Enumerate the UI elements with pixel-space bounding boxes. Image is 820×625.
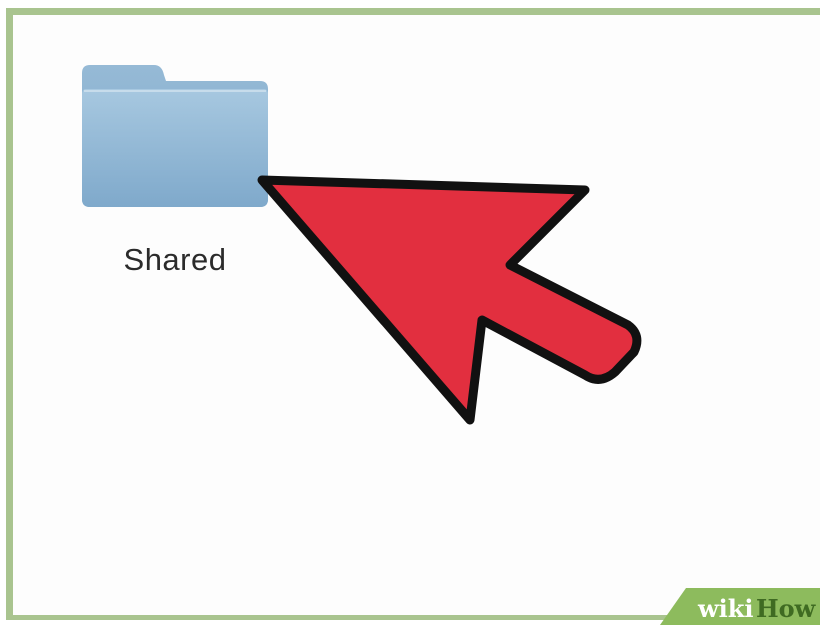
screenshot-frame: Shared wiki How	[0, 0, 820, 625]
shared-folder-item[interactable]: Shared	[70, 55, 280, 295]
folder-label: Shared	[123, 242, 227, 277]
wikihow-watermark: wiki How	[660, 588, 820, 625]
folder-icon	[82, 65, 268, 207]
frame-border-top	[6, 8, 820, 15]
frame-border-left	[6, 8, 13, 620]
watermark-wiki: wiki	[697, 594, 754, 623]
watermark-how: How	[756, 594, 817, 623]
